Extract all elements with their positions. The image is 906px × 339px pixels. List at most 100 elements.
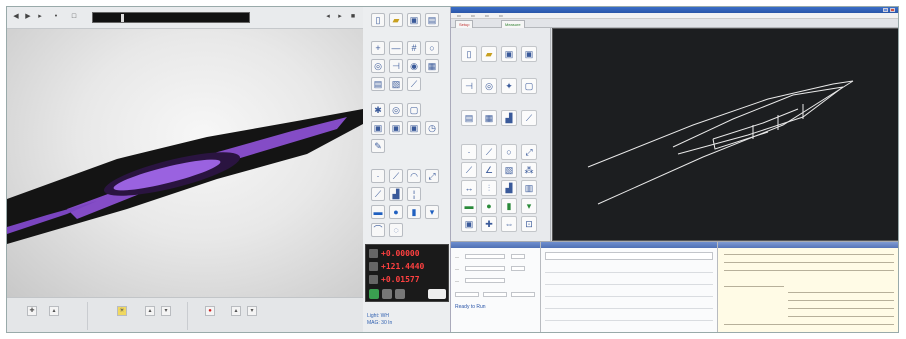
video-seek-bar[interactable] xyxy=(92,12,250,23)
focus-icon[interactable]: ◉ xyxy=(407,59,421,73)
apply-button[interactable] xyxy=(455,292,479,297)
step-back-icon[interactable]: ◀ xyxy=(11,12,21,22)
property-field-5[interactable] xyxy=(465,278,505,283)
cad-view[interactable] xyxy=(552,28,898,241)
probe-icon[interactable]: ⊣ xyxy=(461,78,477,94)
light-spinner[interactable]: ▴ xyxy=(145,306,155,316)
crosshair-icon[interactable]: + xyxy=(371,41,385,55)
program-name-field[interactable] xyxy=(545,252,713,260)
save-icon[interactable]: ▣ xyxy=(501,46,517,62)
target-icon[interactable]: ◎ xyxy=(389,103,403,117)
point-tool-icon[interactable]: · xyxy=(371,169,385,183)
property-field-4[interactable] xyxy=(511,266,525,271)
cone-icon[interactable]: ▾ xyxy=(521,198,537,214)
report-icon[interactable]: ▤ xyxy=(371,77,385,91)
arc-tool-icon[interactable]: ◠ xyxy=(407,169,421,183)
open-folder-icon[interactable]: ▰ xyxy=(389,13,403,27)
fit-icon[interactable]: ◌ xyxy=(389,223,403,237)
histogram-icon[interactable]: ▟ xyxy=(501,180,517,196)
distance-icon[interactable]: ⤢ xyxy=(521,144,537,160)
slope-icon[interactable]: ⟋ xyxy=(461,162,477,178)
width-icon[interactable]: ↔ xyxy=(461,180,477,196)
disk-3-icon[interactable]: ▣ xyxy=(407,121,421,135)
zoom-spinner[interactable]: ▴ xyxy=(231,306,241,316)
chart-icon[interactable]: ▟ xyxy=(389,187,403,201)
disk-2-icon[interactable]: ▣ xyxy=(389,121,403,135)
pen-icon[interactable]: ✎ xyxy=(371,139,385,153)
save-icon[interactable]: ▣ xyxy=(407,13,421,27)
minimize-icon[interactable] xyxy=(883,8,888,12)
enter-button[interactable] xyxy=(369,289,379,299)
mode-button[interactable] xyxy=(428,289,446,299)
cylinder-icon[interactable]: ▮ xyxy=(501,198,517,214)
open-folder-icon[interactable]: ▰ xyxy=(481,46,497,62)
record-icon[interactable]: • xyxy=(51,12,61,22)
seek-thumb[interactable] xyxy=(121,14,124,22)
sphere-icon[interactable]: ● xyxy=(481,198,497,214)
next-icon[interactable]: ▸ xyxy=(335,12,345,22)
options-button[interactable] xyxy=(511,292,535,297)
marker-icon[interactable]: ¦ xyxy=(407,187,421,201)
wand-icon[interactable]: ✦ xyxy=(501,78,517,94)
align-icon[interactable]: ⇔ xyxy=(501,216,517,232)
property-field-2[interactable] xyxy=(511,254,525,259)
light-level-spinner[interactable]: ▾ xyxy=(161,306,171,316)
axis-x-icon[interactable] xyxy=(369,249,378,258)
zoom-level-spinner[interactable]: ▾ xyxy=(247,306,257,316)
circle-tool-icon[interactable]: ○ xyxy=(425,41,439,55)
shapes-icon[interactable]: ◎ xyxy=(481,78,497,94)
stop-icon[interactable]: ■ xyxy=(348,12,358,22)
step-forward-icon[interactable]: ▸ xyxy=(35,12,45,22)
contour-icon[interactable]: ⌒ xyxy=(371,223,385,237)
axis-y-icon[interactable] xyxy=(369,262,378,271)
distance-icon[interactable]: ⤢ xyxy=(425,169,439,183)
play-icon[interactable]: ▶ xyxy=(23,12,33,22)
sphere-icon[interactable]: ● xyxy=(389,205,403,219)
copy-icon[interactable]: ▢ xyxy=(521,78,537,94)
slope-icon[interactable]: ⟋ xyxy=(371,187,385,201)
line-2pt-icon[interactable]: ⟋ xyxy=(389,169,403,183)
settings-icon[interactable]: ✱ xyxy=(371,103,385,117)
zero-button[interactable] xyxy=(382,289,392,299)
chart-icon[interactable]: ▥ xyxy=(521,180,537,196)
stage-x-spinner[interactable]: ▴ xyxy=(49,306,59,316)
window-icon[interactable]: ▢ xyxy=(407,103,421,117)
line-tool-icon[interactable]: — xyxy=(389,41,403,55)
edge-icon[interactable]: ⊣ xyxy=(389,59,403,73)
units-button[interactable] xyxy=(395,289,405,299)
circle-tool-icon[interactable]: ○ xyxy=(501,144,517,160)
measure-icon[interactable]: ⟋ xyxy=(407,77,421,91)
line-tool-icon[interactable]: ⟋ xyxy=(481,144,497,160)
image-icon[interactable]: ▧ xyxy=(389,77,403,91)
live-camera-view[interactable] xyxy=(7,29,363,297)
plane-icon[interactable]: ▬ xyxy=(461,198,477,214)
close-icon[interactable] xyxy=(890,8,895,12)
point-tool-icon[interactable]: · xyxy=(461,144,477,160)
probe-icon[interactable]: ◎ xyxy=(371,59,385,73)
graph-icon[interactable]: ▟ xyxy=(501,110,517,126)
report-icon[interactable]: ▤ xyxy=(461,110,477,126)
property-field-3[interactable] xyxy=(465,266,505,271)
axis-z-icon[interactable] xyxy=(369,275,378,284)
cylinder-icon[interactable]: ▮ xyxy=(407,205,421,219)
laser-icon[interactable]: ● xyxy=(205,306,215,316)
gap-icon[interactable]: ⫶ xyxy=(481,180,497,196)
scan-icon[interactable]: ⊡ xyxy=(521,216,537,232)
stage-x-icon[interactable]: ✚ xyxy=(27,306,37,316)
grid-icon[interactable]: # xyxy=(407,41,421,55)
reset-button[interactable] xyxy=(483,292,507,297)
table-icon[interactable]: ▦ xyxy=(481,110,497,126)
new-file-icon[interactable]: ▯ xyxy=(371,13,385,27)
datum-icon[interactable]: ▣ xyxy=(461,216,477,232)
clock-icon[interactable]: ◷ xyxy=(425,121,439,135)
table-icon[interactable]: ▦ xyxy=(425,59,439,73)
new-file-icon[interactable]: ▯ xyxy=(461,46,477,62)
tab-setup[interactable]: Setup xyxy=(455,20,474,28)
tab-measure[interactable]: Measure xyxy=(501,20,525,28)
print-icon[interactable]: ▤ xyxy=(425,13,439,27)
snapshot-icon[interactable]: □ xyxy=(69,12,79,22)
angle-icon[interactable]: ∠ xyxy=(481,162,497,178)
disk-icon[interactable]: ▣ xyxy=(371,121,385,135)
box-icon[interactable]: ▧ xyxy=(501,162,517,178)
trend-icon[interactable]: ⟋ xyxy=(521,110,537,126)
